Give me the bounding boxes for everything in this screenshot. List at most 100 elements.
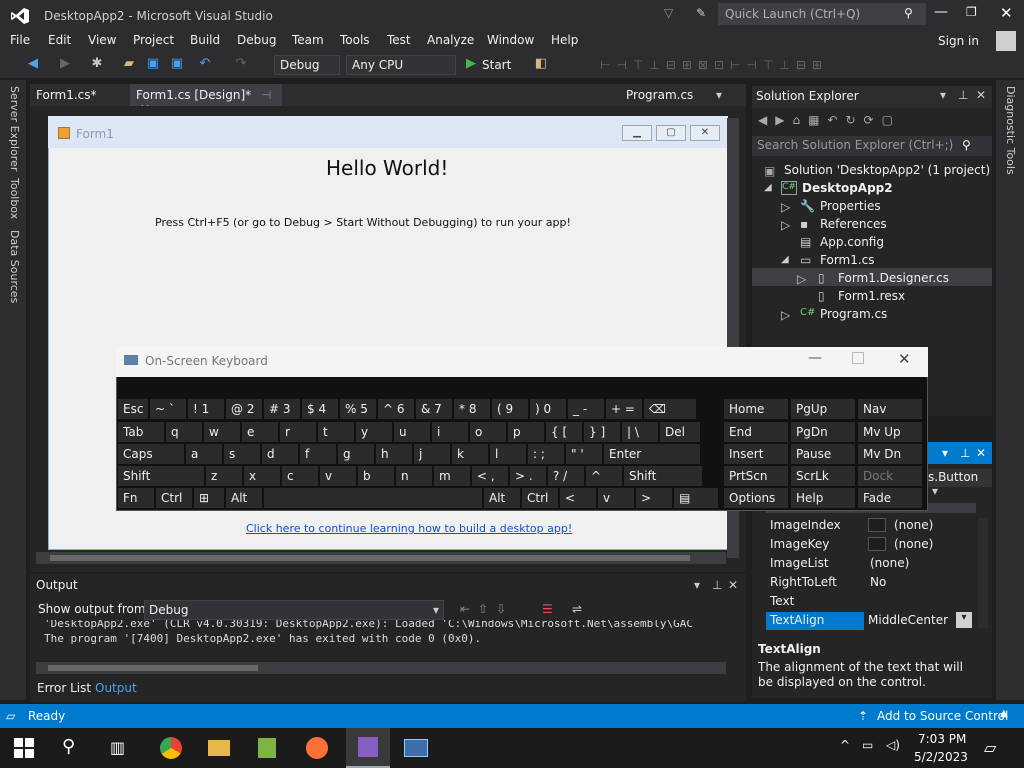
- clear-all-icon[interactable]: ☰: [542, 602, 553, 616]
- osk-key[interactable]: o: [470, 422, 506, 442]
- osk-key[interactable]: k: [452, 444, 488, 464]
- osk-key[interactable]: * 8: [454, 399, 490, 419]
- filter-icon[interactable]: ▽: [664, 6, 673, 20]
- osk-key[interactable]: ( 9: [492, 399, 528, 419]
- chevron-up-icon[interactable]: ▲: [1000, 708, 1008, 719]
- osk-key[interactable]: & 7: [416, 399, 452, 419]
- solution-search-input[interactable]: Search Solution Explorer (Ctrl+;): [752, 136, 992, 156]
- osk-key[interactable]: j: [414, 444, 450, 464]
- osk-key[interactable]: Del: [660, 422, 700, 442]
- browse-icon[interactable]: ◧: [534, 57, 548, 71]
- osk-key[interactable]: c: [282, 466, 318, 486]
- output-horizontal-scrollbar[interactable]: [36, 662, 726, 674]
- osk-key[interactable]: + =: [606, 399, 642, 419]
- tree-item-form1-resx[interactable]: Form1.resx: [838, 289, 905, 303]
- osk-key[interactable]: Ctrl: [156, 488, 192, 508]
- osk-key[interactable]: ⌫: [644, 399, 696, 419]
- osk-key[interactable]: Tab: [118, 422, 164, 442]
- chrome-icon[interactable]: [160, 737, 182, 759]
- tree-item-program[interactable]: Program.cs: [820, 307, 887, 321]
- tree-item-references[interactable]: References: [820, 217, 887, 231]
- menu-help[interactable]: Help: [551, 33, 578, 47]
- osk-key[interactable]: > .: [510, 466, 546, 486]
- minimize-icon[interactable]: —: [934, 4, 948, 20]
- collapsed-icon[interactable]: ▷: [781, 200, 790, 214]
- hello-label[interactable]: Hello World!: [326, 156, 448, 180]
- properties-scrollbar[interactable]: [978, 518, 988, 628]
- panel-pin-icon[interactable]: ⊥: [958, 88, 968, 102]
- osk-key[interactable]: % 5: [340, 399, 376, 419]
- osk-key[interactable]: i: [432, 422, 468, 442]
- output-close-icon[interactable]: ✕: [728, 578, 738, 592]
- osk-minimize-icon[interactable]: —: [808, 350, 822, 366]
- configuration-select[interactable]: Debug: [274, 55, 340, 75]
- osk-key[interactable]: _ -: [568, 399, 604, 419]
- osk-key[interactable]: e: [242, 422, 278, 442]
- visual-studio-taskbar-button[interactable]: [346, 728, 390, 768]
- osk-key[interactable]: Alt: [484, 488, 520, 508]
- osk-key[interactable]: } ]: [584, 422, 620, 442]
- osk-key[interactable]: Enter: [604, 444, 700, 464]
- network-icon[interactable]: ▭: [862, 738, 873, 752]
- osk-key[interactable]: ! 1: [188, 399, 224, 419]
- solution-search-icon[interactable]: ⚲: [962, 138, 971, 152]
- osk-key[interactable]: r: [280, 422, 316, 442]
- osk-key[interactable]: [264, 488, 482, 508]
- osk-key[interactable]: Shift: [624, 466, 702, 486]
- expand-icon[interactable]: ◢: [781, 254, 789, 265]
- osk-key[interactable]: @ 2: [226, 399, 262, 419]
- osk-nav-key[interactable]: Dock: [858, 466, 922, 486]
- firefox-icon[interactable]: [306, 737, 328, 759]
- osk-key[interactable]: v: [320, 466, 356, 486]
- osk-nav-key[interactable]: Insert: [724, 444, 788, 464]
- tree-item-form1[interactable]: Form1.cs: [820, 253, 875, 267]
- osk-key[interactable]: < ,: [472, 466, 508, 486]
- restore-icon[interactable]: ❐: [966, 5, 977, 19]
- file-explorer-icon[interactable]: [208, 740, 230, 756]
- tab-form1-design[interactable]: Form1.cs [Design]* ⊣ ✕: [130, 84, 282, 116]
- feedback-icon[interactable]: ✎: [696, 6, 706, 20]
- expand-icon[interactable]: ◢: [764, 182, 772, 193]
- error-list-tab[interactable]: Error List: [37, 681, 91, 695]
- clock-time[interactable]: 7:03 PM: [918, 732, 966, 746]
- prop-value-textalign[interactable]: MiddleCenter: [868, 613, 948, 627]
- osk-key[interactable]: q: [166, 422, 202, 442]
- account-icon[interactable]: [996, 31, 1016, 51]
- osk-key[interactable]: Alt: [226, 488, 262, 508]
- forward-icon[interactable]: ▶: [58, 57, 72, 71]
- osk-key[interactable]: Esc: [118, 399, 148, 419]
- osk-key[interactable]: s: [224, 444, 260, 464]
- designer-horizontal-scrollbar[interactable]: [36, 552, 726, 564]
- start-icon[interactable]: ▶: [464, 57, 478, 71]
- output-toolbar-icons[interactable]: ⇤⇧⇩: [460, 602, 514, 616]
- osk-key[interactable]: ? /: [548, 466, 584, 486]
- prop-value-righttoleft[interactable]: No: [870, 575, 886, 589]
- properties-close-icon[interactable]: ✕: [976, 446, 986, 460]
- menu-build[interactable]: Build: [190, 33, 220, 47]
- prop-value-imagekey[interactable]: (none): [894, 537, 933, 551]
- menu-edit[interactable]: Edit: [48, 33, 71, 47]
- prop-value-imagelist[interactable]: (none): [870, 556, 909, 570]
- osk-key[interactable]: z: [206, 466, 242, 486]
- osk-key[interactable]: ⊞: [194, 488, 224, 508]
- osk-nav-key[interactable]: Home: [724, 399, 788, 419]
- osk-nav-key[interactable]: Options: [724, 488, 788, 508]
- osk-key[interactable]: ^: [586, 466, 622, 486]
- object-selector[interactable]: s.Button ▾: [926, 469, 992, 498]
- menu-team[interactable]: Team: [292, 33, 324, 47]
- osk-nav-key[interactable]: ScrLk: [791, 466, 855, 486]
- collapsed-icon[interactable]: ▷: [797, 272, 806, 286]
- tab-program-cs[interactable]: Program.cs: [620, 84, 699, 106]
- osk-close-icon[interactable]: ✕: [898, 350, 911, 368]
- osk-key[interactable]: w: [204, 422, 240, 442]
- search-icon[interactable]: ⚲: [904, 6, 913, 20]
- menu-window[interactable]: Window: [487, 33, 534, 47]
- output-dropdown-icon[interactable]: ▾: [694, 578, 700, 592]
- data-sources-tab[interactable]: Data Sources: [8, 230, 21, 303]
- osk-key[interactable]: y: [356, 422, 392, 442]
- add-to-source-control[interactable]: Add to Source Control: [877, 709, 1008, 723]
- osk-key[interactable]: " ': [566, 444, 602, 464]
- osk-key[interactable]: x: [244, 466, 280, 486]
- clock-date[interactable]: 5/2/2023: [914, 750, 968, 764]
- osk-key[interactable]: n: [396, 466, 432, 486]
